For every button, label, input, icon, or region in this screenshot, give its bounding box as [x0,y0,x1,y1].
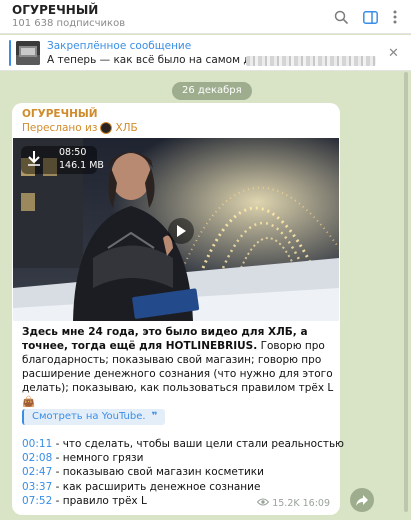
date-separator: 26 декабря [172,82,252,100]
channel-title[interactable]: ОГУРЕЧНЫЙ [12,3,98,17]
more-vertical-icon[interactable] [385,7,405,27]
chapter-text: - что сделать, чтобы ваши цели стали реа… [52,438,345,450]
forwarded-avatar [100,122,113,134]
pinned-message-bar[interactable]: Закреплённое сообщение А теперь — как вс… [0,35,411,71]
forwarded-source: ХЛБ [115,122,138,134]
download-icon[interactable] [27,150,41,170]
eye-icon [257,498,270,509]
video-player[interactable]: 08:50 146.1 MB [13,138,339,321]
chapter-timestamp[interactable]: 02:47 [22,466,52,478]
forwarded-prefix: Переслано из [22,122,98,134]
share-button[interactable] [350,488,374,512]
video-size: 146.1 MB [59,160,104,171]
pinned-title: Закреплённое сообщение [47,40,192,52]
chapter-item: 02:08 - немного грязи [22,451,334,465]
forwarded-from[interactable]: Переслано из ХЛБ [22,122,138,134]
video-duration: 08:50 [59,147,87,158]
close-icon[interactable]: ✕ [388,46,399,61]
chapter-timestamp[interactable]: 00:11 [22,438,52,450]
chapter-text: - правило трёх L [52,494,147,507]
chapter-text: - немного грязи [52,452,144,465]
youtube-link-label: Смотреть на YouTube. [32,411,146,422]
message-meta: 15.2K 16:09 [257,498,330,509]
chapter-item: 00:11 - что сделать, чтобы ваши цели ста… [22,437,344,451]
chapter-timestamp[interactable]: 03:37 [22,481,52,493]
message-bubble: ОГУРЕЧНЫЙ Переслано из ХЛБ 08:50 146.1 M… [12,103,344,515]
scrollbar[interactable] [404,72,408,512]
share-icon [356,494,368,506]
message-sender[interactable]: ОГУРЕЧНЫЙ [22,108,98,120]
subscriber-count: 101 638 подписчиков [12,18,126,29]
chapter-item: 03:37 - как расширить денежное сознание [22,480,334,494]
pinned-indicator [9,40,11,66]
quote-icon: ❞ [151,411,158,422]
chapter-text: - показываю свой магазин косметики [52,466,264,479]
sidebar-toggle-icon[interactable] [360,7,380,27]
pinned-blurred-text [246,56,376,66]
pinned-text: А теперь — как всё было на самом деле. [47,54,274,66]
chapter-item: 02:47 - показываю свой магазин косметики [22,465,334,479]
search-icon[interactable] [331,7,351,27]
message-caption: Здесь мне 24 года, это было видео для ХЛ… [22,325,334,409]
pinned-thumbnail [16,41,40,65]
chat-header: ОГУРЕЧНЫЙ 101 638 подписчиков [0,0,411,34]
view-count: 15.2K [272,498,300,509]
play-icon[interactable] [168,218,194,244]
message-time: 16:09 [302,498,330,509]
chapter-text: - как расширить денежное сознание [52,480,261,493]
chapter-timestamp[interactable]: 07:52 [22,495,52,507]
youtube-link[interactable]: Смотреть на YouTube. ❞ [22,409,166,425]
chapter-timestamp[interactable]: 02:08 [22,452,52,464]
